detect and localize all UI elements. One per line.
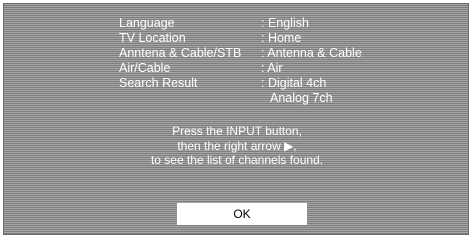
- instruction-message: Press the INPUT button, then the right a…: [4, 124, 470, 168]
- search-result-digital-value: : Digital 4ch: [261, 76, 327, 90]
- instruction-line-2: then the right arrow ▶,: [177, 138, 297, 153]
- tv-location-label: TV Location: [119, 31, 186, 45]
- channel-search-result-screen: Language : English TV Location : Home An…: [3, 3, 469, 235]
- instruction-line-1: Press the INPUT button,: [172, 124, 302, 138]
- air-cable-label: Air/Cable: [119, 61, 171, 75]
- antenna-cable-stb-label: Anntena & Cable/STB: [119, 46, 242, 60]
- air-cable-value: : Air: [261, 61, 283, 75]
- tv-location-value: : Home: [261, 31, 302, 45]
- instruction-line-3: to see the list of channels found.: [150, 153, 324, 167]
- ok-button[interactable]: OK: [177, 203, 307, 225]
- search-result-label: Search Result: [119, 76, 198, 90]
- language-value: : English: [261, 16, 309, 30]
- search-result-analog-value: Analog 7ch: [270, 91, 333, 105]
- language-label: Language: [119, 16, 175, 30]
- antenna-cable-stb-value: : Antenna & Cable: [261, 46, 362, 60]
